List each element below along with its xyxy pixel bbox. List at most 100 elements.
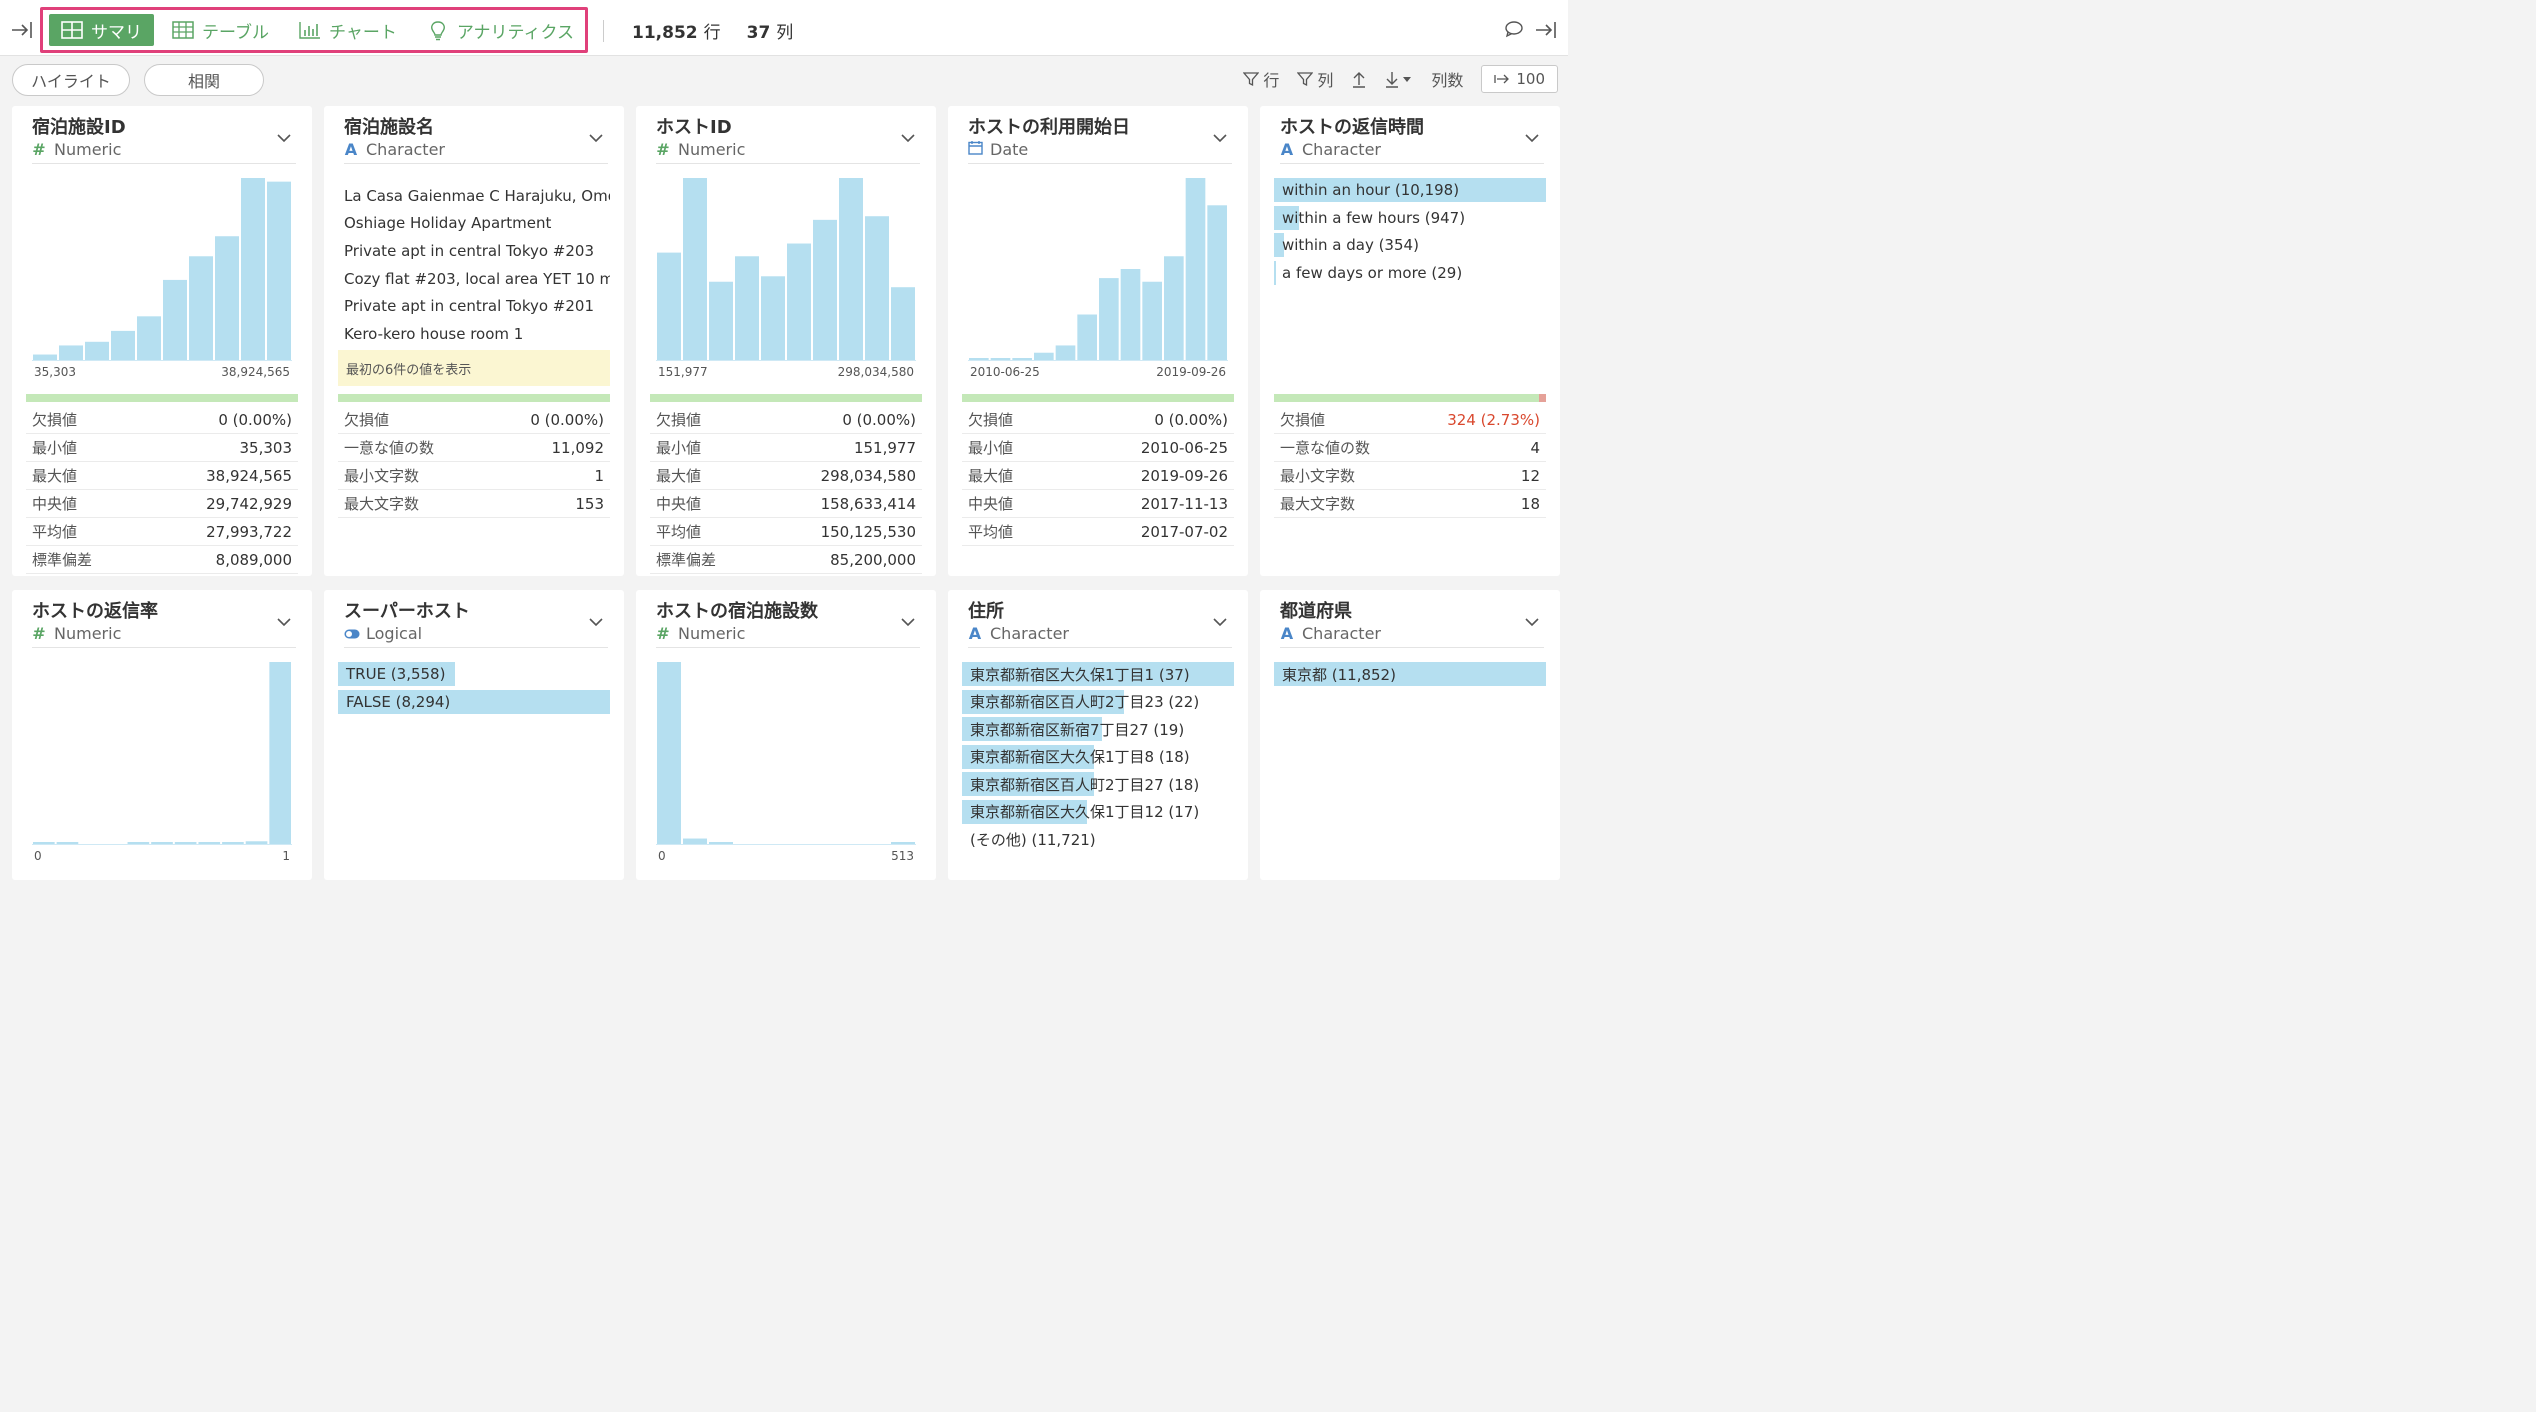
tab-table[interactable]: テーブル [160,14,281,46]
value-item[interactable]: Kero-kero house room 1 [344,320,610,348]
tab-chart[interactable]: チャート [287,14,409,46]
histogram-bar[interactable] [127,842,150,844]
category-item[interactable]: within an hour (10,198) [1274,178,1546,202]
histogram-bar[interactable] [151,842,173,844]
histogram-bar[interactable] [222,842,244,844]
histogram-bar[interactable] [761,276,785,360]
category-item[interactable]: FALSE (8,294) [338,689,610,714]
chevron-down-icon[interactable] [900,130,916,146]
chevron-down-icon[interactable] [1524,614,1540,630]
value-item[interactable]: Private apt in central Tokyo #201 [344,292,610,320]
histogram-bar[interactable] [813,219,837,360]
value-item[interactable]: Private apt in central Tokyo #203 [344,237,610,265]
histogram-bar[interactable] [85,341,109,360]
column-title: ホストの宿泊施設数 [656,601,818,622]
value-item[interactable]: La Casa Gaienmae C Harajuku, Omo… [344,182,610,210]
chevron-down-icon[interactable] [1524,130,1540,146]
category-item[interactable]: 東京都新宿区大久保1丁目1 (37) [962,662,1234,686]
histogram-bar[interactable] [865,216,889,360]
chevron-down-icon[interactable] [900,614,916,630]
histogram-bar[interactable] [657,252,681,360]
histogram-bar[interactable] [1142,281,1162,360]
histogram-bar[interactable] [709,281,733,360]
histogram-bar[interactable] [969,358,989,360]
chevron-down-icon[interactable] [1212,130,1228,146]
histogram-bar[interactable] [683,178,707,360]
histogram-bar[interactable] [241,178,265,360]
histogram-bar[interactable] [1099,278,1119,360]
stat-value: 2010-06-25 [1140,438,1228,457]
category-item[interactable]: (その他) (11,721) [962,828,1234,852]
tab-analytics[interactable]: アナリティクス [415,14,586,46]
histogram-bar[interactable] [56,842,79,844]
category-item[interactable]: 東京都 (11,852) [1274,662,1546,686]
arrow-down-dropdown-icon [1386,72,1412,88]
histogram-bar[interactable] [33,842,55,844]
x-max-label: 2019-09-26 [1156,365,1226,379]
chevron-down-icon[interactable] [588,130,604,146]
sort-up-button[interactable] [1351,70,1367,88]
category-item[interactable]: TRUE (3,558) [338,662,610,686]
histogram-bar[interactable] [33,354,57,360]
histogram-bar[interactable] [1207,205,1227,360]
category-item[interactable]: a few days or more (29) [1274,260,1546,285]
correlation-label: 相関 [187,72,220,91]
histogram-bar[interactable] [1055,345,1076,360]
row-filter-button[interactable]: 行 [1243,67,1279,91]
category-item[interactable]: 東京都新宿区百人町2丁目27 (18) [962,772,1234,797]
comment-icon[interactable] [1504,20,1524,38]
category-item[interactable]: 東京都新宿区新宿7丁目27 (19) [962,717,1234,742]
histogram-bar[interactable] [1034,352,1054,360]
value-item[interactable]: Cozy flat #203, local area YET 10 mi… [344,265,610,293]
histogram-bar[interactable] [1185,178,1206,360]
histogram-bar[interactable] [787,243,811,360]
histogram-bar[interactable] [269,662,291,844]
highlight-button[interactable]: ハイライト [12,64,130,96]
histogram-bar[interactable] [990,358,1011,360]
histogram-bar[interactable] [709,842,733,844]
histogram-bar[interactable] [111,330,135,360]
tab-summary[interactable]: サマリ [49,14,154,46]
chevron-down-icon[interactable] [1212,614,1228,630]
histogram-bar[interactable] [215,236,239,360]
category-item[interactable]: 東京都新宿区大久保1丁目8 (18) [962,744,1234,769]
histogram-bar[interactable] [267,181,291,360]
histogram-chart: 01 [32,662,292,863]
stat-value: 298,034,580 [820,466,916,485]
histogram-bar[interactable] [198,842,221,844]
chevron-down-icon[interactable] [276,130,292,146]
category-item[interactable]: within a few hours (947) [1274,205,1546,230]
histogram-bar[interactable] [891,842,915,844]
histogram-bar[interactable] [1120,269,1141,360]
sort-down-button[interactable] [1385,70,1413,88]
collapse-left-icon[interactable] [10,18,34,42]
histogram-bar[interactable] [735,256,759,360]
histogram-bar[interactable] [891,287,915,360]
stat-label: 最小値 [656,439,702,457]
chevron-down-icon[interactable] [588,614,604,630]
histogram-bar[interactable] [1012,358,1032,360]
histogram-bar[interactable] [839,178,863,360]
histogram-bar[interactable] [137,316,161,360]
histogram-bar[interactable] [657,662,681,844]
histogram-bar[interactable] [683,838,707,844]
value-item[interactable]: Oshiage Holiday Apartment [344,210,610,238]
histogram-bar[interactable] [189,256,213,360]
category-item[interactable]: within a day (354) [1274,233,1546,258]
chevron-down-icon[interactable] [276,614,292,630]
card-header: ホストの利用開始日 Date [968,116,1232,164]
column-filter-button[interactable]: 列 [1297,67,1333,91]
histogram-bar[interactable] [1077,314,1097,361]
collapse-right-icon[interactable] [1534,18,1558,42]
histogram-bar[interactable] [59,345,83,360]
histogram-bar[interactable] [1164,256,1184,360]
correlation-button[interactable]: 相関 [144,64,264,96]
histogram-bar[interactable] [245,841,268,844]
histogram-bar[interactable] [174,842,197,844]
category-item[interactable]: 東京都新宿区百人町2丁目23 (22) [962,689,1234,714]
histogram-bar[interactable] [163,279,187,360]
category-item[interactable]: 東京都新宿区大久保1丁目12 (17) [962,799,1234,824]
column-count-input[interactable]: 100 [1481,65,1558,93]
tab-table-label: テーブル [202,22,269,43]
column-type: # Numeric [656,140,920,160]
